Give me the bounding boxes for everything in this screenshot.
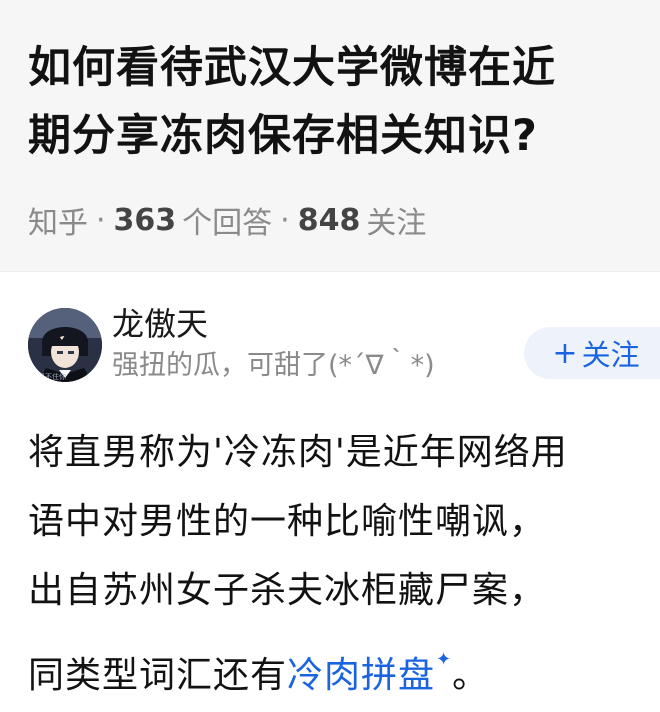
answer-card: 忍不住你 龙傲天 强扭的瓜，可甜了(*´∇｀*) + 关注 将直男称为'冷冻肉'…	[0, 272, 660, 710]
answers-count: 363	[113, 202, 177, 238]
answer-line: 出自苏州女子杀夫冰柜藏尸案，	[28, 570, 547, 611]
author-name[interactable]: 龙傲天	[112, 302, 435, 346]
svg-text:忍不住你: 忍不住你	[38, 372, 66, 381]
anime-avatar-icon: 忍不住你	[28, 308, 102, 382]
answer-line: 同类型词汇还有冷肉拼盘✦。	[28, 625, 632, 710]
author-row: 忍不住你 龙傲天 强扭的瓜，可甜了(*´∇｀*) + 关注	[28, 272, 660, 412]
sparkle-icon: ✦	[436, 649, 453, 670]
answer-page: 如何看待武汉大学微博在近 期分享冻肉保存相关知识? 知乎 · 363 个回答 ·…	[0, 0, 660, 712]
answers-label: 个回答	[182, 206, 273, 241]
answer-line: 将直男称为'冷冻肉'是近年网络用	[28, 432, 568, 473]
answer-content[interactable]: 将直男称为'冷冻肉'是近年网络用 语中对男性的一种比喻性嘲讽， 出自苏州女子杀夫…	[28, 418, 632, 710]
plus-icon: +	[552, 335, 578, 371]
question-title-line2: 期分享冻肉保存相关知识?	[28, 111, 538, 161]
meta-separator: ·	[280, 202, 290, 238]
meta-separator: ·	[96, 202, 106, 238]
answer-line: 语中对男性的一种比喻性嘲讽，	[28, 501, 547, 542]
question-title-line1: 如何看待武汉大学微博在近	[28, 43, 556, 93]
author-info: 龙傲天 强扭的瓜，可甜了(*´∇｀*)	[112, 302, 435, 386]
question-header[interactable]: 如何看待武汉大学微博在近 期分享冻肉保存相关知识? 知乎 · 363 个回答 ·…	[0, 0, 660, 272]
source-label: 知乎	[28, 206, 88, 241]
author-bio: 强扭的瓜，可甜了(*´∇｀*)	[112, 350, 435, 381]
search-link-cold-meat-platter[interactable]: 冷肉拼盘	[287, 655, 435, 696]
followers-count: 848	[297, 202, 361, 238]
question-meta: 知乎 · 363 个回答 · 848 关注	[28, 198, 632, 242]
follow-label: 关注	[581, 338, 640, 372]
author-avatar[interactable]: 忍不住你	[28, 308, 102, 382]
followers-label: 关注	[366, 206, 427, 241]
answer-line4-suffix: 。	[452, 655, 490, 696]
answer-line4-prefix: 同类型词汇还有	[28, 655, 288, 696]
follow-button[interactable]: + 关注	[524, 327, 660, 379]
question-title[interactable]: 如何看待武汉大学微博在近 期分享冻肉保存相关知识?	[28, 34, 632, 170]
